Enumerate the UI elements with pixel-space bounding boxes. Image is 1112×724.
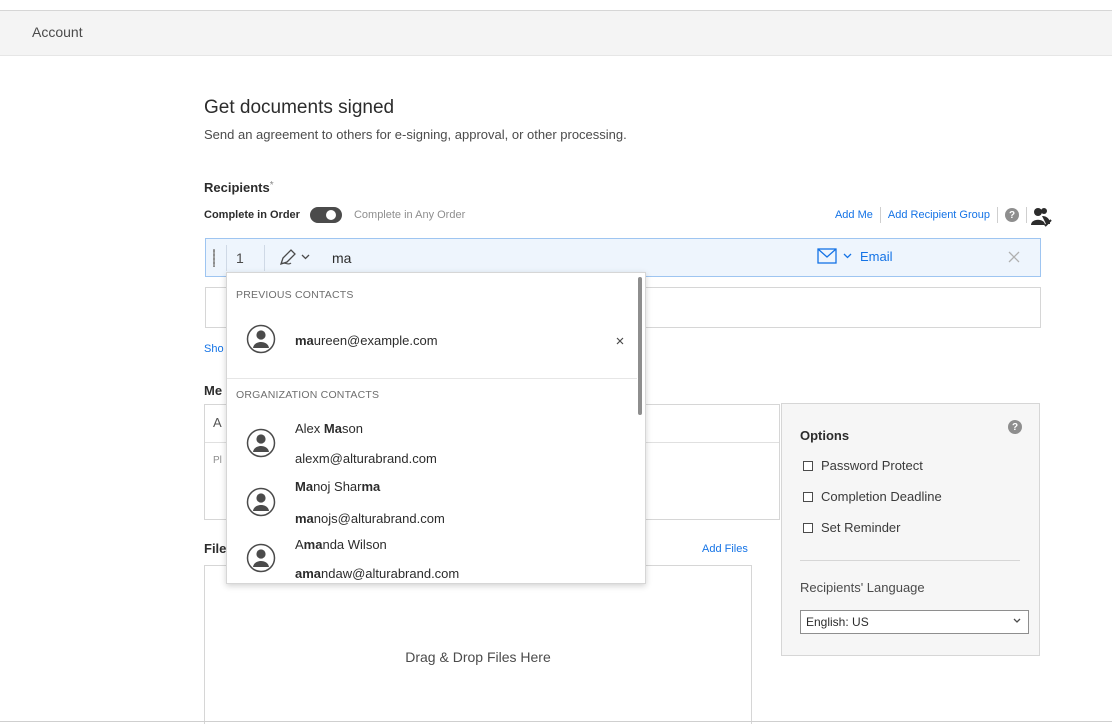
- recipients-label-text: Recipients: [204, 180, 270, 195]
- language-select[interactable]: English: US: [800, 610, 1029, 634]
- dropdown-scrollbar[interactable]: [638, 277, 642, 415]
- organization-contacts-header: ORGANIZATION CONTACTS: [236, 389, 380, 401]
- chevron-down-icon: [1013, 618, 1021, 623]
- contact-email: amandaw@alturabrand.com: [295, 566, 460, 581]
- file-drop-zone[interactable]: Drag & Drop Files Here: [204, 565, 752, 724]
- completion-deadline-option[interactable]: Completion Deadline: [803, 489, 942, 504]
- complete-in-order-label: Complete in Order: [204, 209, 300, 221]
- checkbox[interactable]: [803, 460, 813, 471]
- complete-any-order-label: Complete in Any Order: [353, 209, 466, 221]
- divider: [226, 245, 227, 271]
- add-me-link[interactable]: Add Me: [835, 209, 873, 221]
- pen-icon: [279, 249, 296, 266]
- divider: [800, 560, 1020, 561]
- account-link[interactable]: Account: [32, 24, 83, 40]
- close-icon[interactable]: [1006, 249, 1022, 270]
- set-reminder-option[interactable]: Set Reminder: [803, 520, 900, 535]
- password-protect-option[interactable]: Password Protect: [803, 458, 923, 473]
- add-files-link[interactable]: Add Files: [702, 543, 748, 555]
- contact-name: Manoj Sharma: [295, 479, 381, 494]
- page-subtitle: Send an agreement to others for e-signin…: [204, 127, 627, 142]
- recipients-language-label: Recipients' Language: [800, 580, 925, 595]
- divider: [879, 207, 881, 223]
- contact-name: Amanda Wilson: [295, 537, 387, 552]
- avatar-icon: [246, 428, 276, 458]
- required-mark: *: [269, 180, 274, 191]
- auth-method-label: Email: [860, 248, 893, 264]
- divider: [227, 378, 637, 379]
- top-bar: Account: [0, 10, 1112, 56]
- add-recipient-group-link[interactable]: Add Recipient Group: [888, 209, 990, 221]
- option-label: Password Protect: [821, 458, 923, 473]
- add-people-icon[interactable]: [1030, 206, 1052, 233]
- option-label: Set Reminder: [821, 520, 901, 535]
- avatar-icon: [246, 543, 276, 573]
- checkbox[interactable]: [803, 522, 813, 533]
- options-title: Options: [800, 428, 850, 443]
- show-cc-link[interactable]: Sho: [204, 343, 224, 355]
- recipient-number: 1: [236, 250, 244, 266]
- recipients-label: Recipients*: [204, 180, 274, 195]
- contact-suggestions-dropdown: PREVIOUS CONTACTS maureen@example.com OR…: [226, 272, 646, 584]
- page-title: Get documents signed: [204, 97, 395, 118]
- files-label: File: [204, 541, 227, 556]
- chevron-down-icon: [301, 254, 310, 260]
- contact-email: maureen@example.com: [295, 333, 438, 348]
- language-select-value: English: US: [806, 615, 869, 629]
- option-label: Completion Deadline: [821, 489, 942, 504]
- help-icon[interactable]: ?: [1005, 208, 1019, 222]
- remove-contact-icon[interactable]: [615, 333, 625, 351]
- contact-email: alexm@alturabrand.com: [295, 451, 437, 466]
- drag-handle[interactable]: [213, 249, 215, 267]
- message-label: Me: [204, 383, 223, 398]
- envelope-icon: [817, 248, 837, 264]
- recipient-email-input[interactable]: ma: [332, 250, 351, 266]
- previous-contacts-header: PREVIOUS CONTACTS: [236, 289, 354, 301]
- options-panel: Options ? Password Protect Completion De…: [781, 403, 1040, 656]
- avatar-icon: [246, 487, 276, 517]
- recipient-actions: Add Me Add Recipient Group ?: [835, 207, 1034, 223]
- role-selector[interactable]: [278, 247, 310, 267]
- signing-order-toggle[interactable]: [309, 207, 342, 223]
- drop-zone-text: Drag & Drop Files Here: [405, 649, 551, 665]
- divider: [264, 245, 265, 271]
- bottom-divider: [0, 721, 1112, 722]
- chevron-down-icon: [843, 253, 852, 259]
- contact-name: Alex Mason: [295, 421, 363, 436]
- message-textarea[interactable]: Pl: [213, 455, 222, 466]
- checkbox[interactable]: [803, 491, 813, 502]
- auth-method-selector[interactable]: Email: [817, 248, 893, 264]
- divider: [1026, 207, 1027, 223]
- contact-email: manojs@alturabrand.com: [295, 511, 445, 526]
- signing-order-row: Complete in Order Complete in Any Order: [204, 207, 465, 223]
- help-icon[interactable]: ?: [1008, 420, 1022, 434]
- avatar-icon: [246, 324, 276, 354]
- divider: [997, 207, 998, 223]
